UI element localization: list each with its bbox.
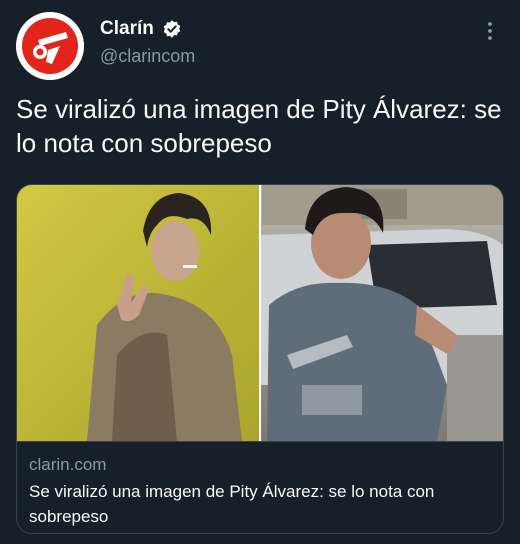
tweet-header: Clarín @clarincom <box>16 12 504 80</box>
avatar[interactable] <box>16 12 84 80</box>
more-vertical-icon[interactable] <box>480 20 500 42</box>
clarin-logo-icon <box>16 12 84 80</box>
card-domain: clarin.com <box>29 455 107 474</box>
link-card[interactable]: clarin.com Se viralizó una imagen de Pit… <box>16 184 504 534</box>
photo-collage <box>17 185 503 441</box>
author-display-name[interactable]: Clarín <box>100 18 154 40</box>
tweet-text: Se viralizó una imagen de Pity Álvarez: … <box>16 94 502 158</box>
author-block: Clarín @clarincom <box>100 18 195 67</box>
card-meta: clarin.com Se viralizó una imagen de Pit… <box>17 441 503 533</box>
author-handle[interactable]: @clarincom <box>100 46 195 67</box>
card-title: Se viralizó una imagen de Pity Álvarez: … <box>29 482 435 526</box>
card-image[interactable] <box>17 185 503 441</box>
tweet[interactable]: Clarín @clarincom Se viralizó una imagen… <box>0 0 520 544</box>
verified-badge-icon <box>162 19 182 39</box>
